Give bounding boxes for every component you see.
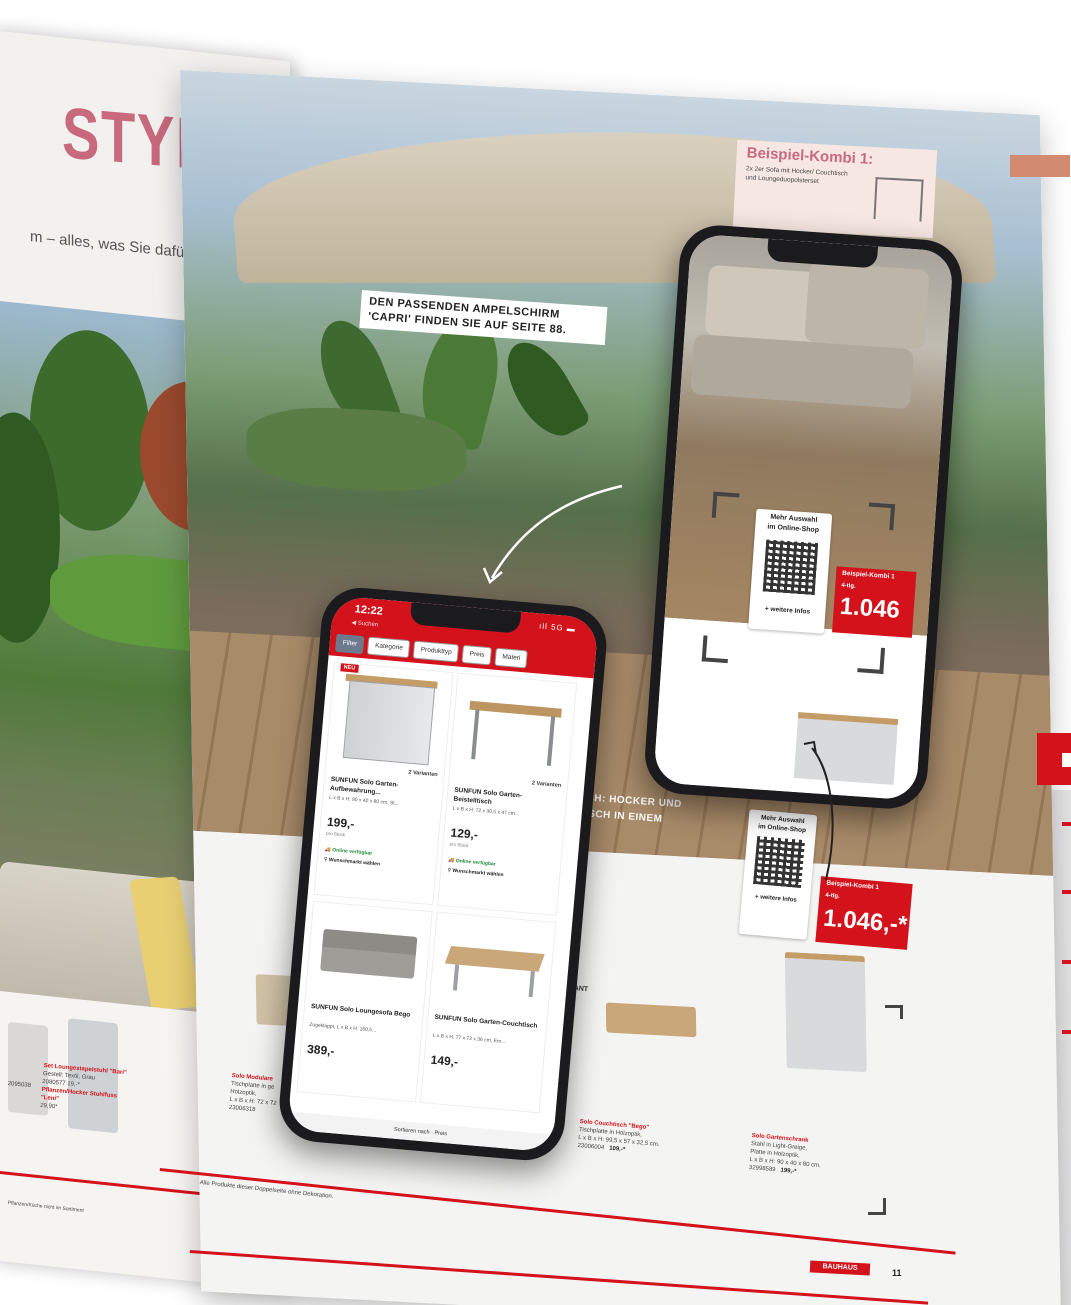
guide-arrows: [482, 484, 834, 881]
side-panel-mark: [1062, 753, 1071, 767]
side-bullet: [1062, 960, 1071, 964]
side-bullet: [1062, 890, 1071, 894]
curved-arrow-to-scan: [811, 747, 834, 881]
side-bullet: [1062, 1030, 1071, 1034]
curved-arrow-to-shop: [490, 484, 623, 579]
side-bullet: [1062, 822, 1071, 826]
magazine-scene: STYLE m – alles, was Sie dafür 2095038 S…: [0, 0, 1071, 1305]
